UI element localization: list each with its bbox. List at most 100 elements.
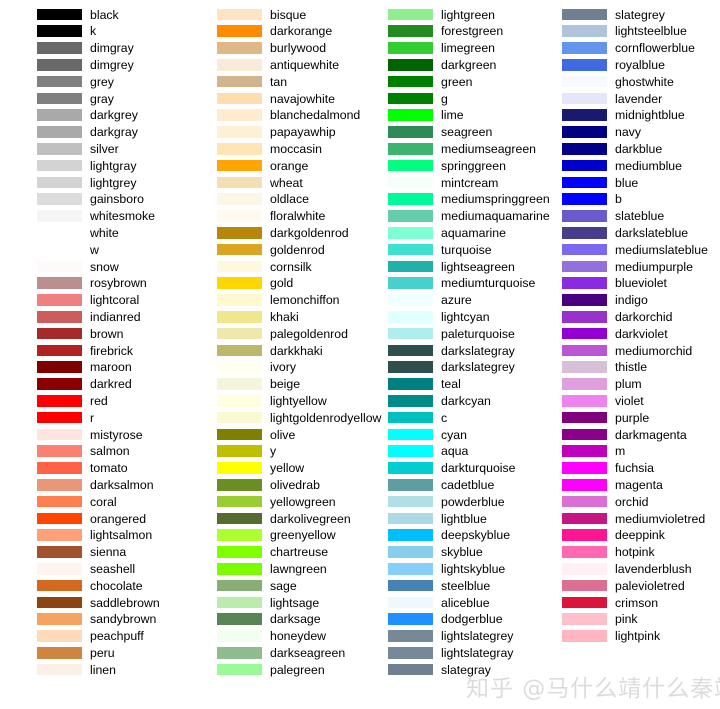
color-name-label: lightcoral	[90, 293, 140, 308]
color-swatch	[388, 176, 433, 189]
color-name-label: darkturquoise	[441, 461, 516, 476]
color-swatch	[217, 8, 262, 21]
color-name-label: m	[615, 444, 626, 459]
color-name-label: saddlebrown	[90, 595, 160, 610]
color-name-label: linen	[90, 662, 116, 677]
color-swatch	[37, 75, 82, 88]
color-swatch	[562, 344, 607, 357]
color-name-label: purple	[615, 410, 650, 425]
color-name-label: magenta	[615, 477, 663, 492]
color-name-label: mediumaquamarine	[441, 209, 550, 224]
color-swatch	[37, 310, 82, 323]
color-name-label: papayawhip	[270, 125, 336, 140]
color-name-label: darkslategray	[441, 343, 515, 358]
color-name-label: forestgreen	[441, 24, 504, 39]
color-swatch	[562, 562, 607, 575]
color-swatch	[562, 92, 607, 105]
color-swatch	[562, 462, 607, 474]
color-name-label: midnightblue	[615, 108, 685, 123]
color-swatch	[388, 193, 433, 205]
color-name-label: mintcream	[441, 175, 499, 190]
color-swatch	[217, 428, 262, 441]
color-name-label: chartreuse	[270, 545, 329, 560]
color-swatch	[388, 277, 433, 289]
color-swatch	[217, 109, 262, 121]
color-name-label: gold	[270, 276, 294, 291]
color-swatch	[217, 92, 262, 105]
color-swatch	[562, 226, 607, 239]
color-swatch	[562, 42, 607, 54]
color-name-label: lightgray	[90, 158, 137, 173]
color-name-label: aqua	[441, 444, 469, 459]
color-swatch	[37, 428, 82, 441]
color-swatch	[37, 176, 82, 189]
color-name-label: moccasin	[270, 141, 322, 156]
color-swatch	[217, 58, 262, 71]
color-name-label: goldenrod	[270, 242, 325, 257]
color-name-label: darkgrey	[90, 108, 138, 123]
color-name-label: lavenderblush	[615, 561, 692, 576]
color-swatch	[388, 75, 433, 88]
color-swatch	[37, 193, 82, 205]
color-swatch	[37, 210, 82, 222]
color-swatch	[217, 25, 262, 37]
color-swatch	[217, 159, 262, 172]
color-name-label: cornflowerblue	[615, 41, 695, 56]
color-swatch	[217, 445, 262, 457]
color-swatch	[388, 42, 433, 54]
color-swatch	[37, 361, 82, 373]
color-swatch	[37, 327, 82, 340]
color-swatch	[37, 25, 82, 37]
color-name-label: blueviolet	[615, 276, 667, 291]
color-name-label: antiquewhite	[270, 57, 340, 72]
color-name-label: greenyellow	[270, 528, 336, 543]
color-name-label: blanchedalmond	[270, 108, 361, 123]
color-swatch	[388, 646, 433, 659]
color-swatch	[217, 613, 262, 625]
watermark-text: 知乎 @马什么靖什么秦靖	[466, 676, 720, 702]
color-name-label: lightsalmon	[90, 528, 153, 543]
color-name-label: green	[441, 74, 473, 89]
color-name-label: coral	[90, 494, 117, 509]
color-name-label: lightgreen	[441, 7, 496, 22]
color-name-label: darksalmon	[90, 477, 154, 492]
color-swatch	[37, 126, 82, 138]
color-name-label: slateblue	[615, 209, 665, 224]
color-swatch	[37, 613, 82, 625]
color-name-label: palegreen	[270, 662, 325, 677]
color-swatch	[388, 126, 433, 138]
color-name-label: peru	[90, 645, 115, 660]
color-swatch	[562, 142, 607, 155]
color-swatch	[388, 159, 433, 172]
color-name-label: grey	[90, 74, 114, 89]
color-name-label: mediumspringgreen	[441, 192, 550, 207]
color-swatch	[217, 193, 262, 205]
color-name-label: navy	[615, 125, 641, 140]
color-name-label: lightgoldenrodyellow	[270, 410, 382, 425]
color-swatch	[217, 142, 262, 155]
color-name-label: violet	[615, 393, 644, 408]
color-name-label: lightskyblue	[441, 561, 506, 576]
color-swatch	[217, 176, 262, 189]
color-swatch	[562, 596, 607, 609]
color-swatch	[388, 243, 433, 256]
color-name-label: cyan	[441, 427, 467, 442]
color-swatch	[562, 25, 607, 37]
color-swatch	[37, 663, 82, 676]
color-name-label: lightblue	[441, 511, 487, 526]
color-swatch	[217, 495, 262, 508]
color-name-label: burlywood	[270, 41, 327, 56]
color-name-label: dimgray	[90, 41, 134, 56]
color-name-label: honeydew	[270, 629, 327, 644]
color-swatch	[217, 630, 262, 642]
color-name-label: dodgerblue	[441, 612, 503, 627]
color-name-label: mediumturquoise	[441, 276, 536, 291]
color-name-label: mediumpurple	[615, 259, 693, 274]
color-swatch	[217, 243, 262, 256]
color-name-label: powderblue	[441, 494, 505, 509]
color-name-label: darkslateblue	[615, 225, 689, 240]
color-name-label: springgreen	[441, 158, 506, 173]
color-name-label: darksage	[270, 612, 321, 627]
color-name-label: deepskyblue	[441, 528, 511, 543]
color-name-label: ghostwhite	[615, 74, 674, 89]
